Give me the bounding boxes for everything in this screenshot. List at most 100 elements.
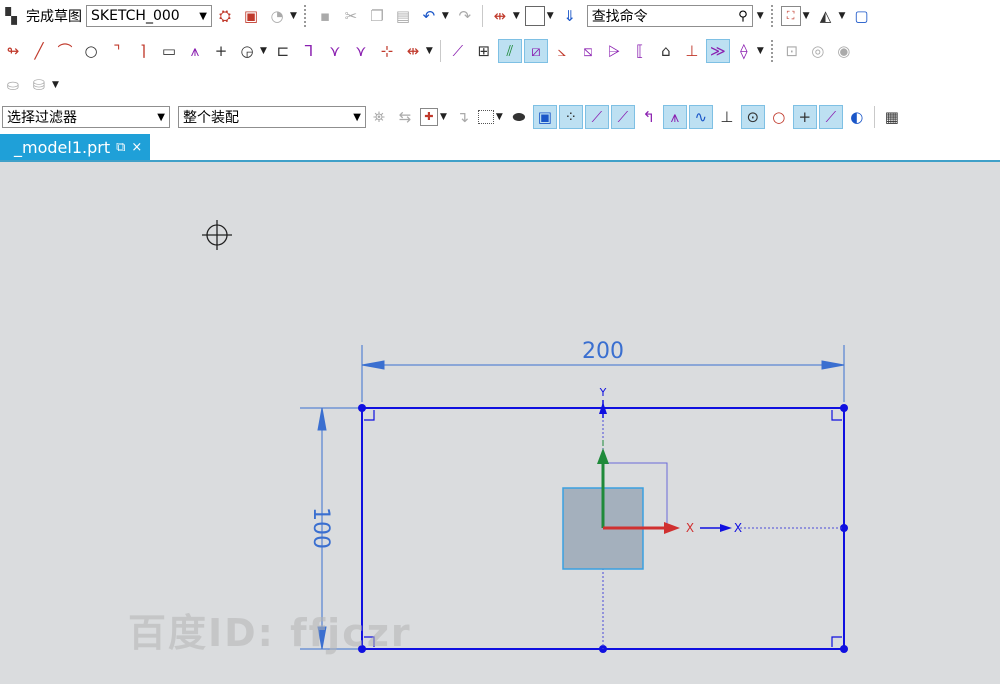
- auto-dimension-icon[interactable]: ⧄: [523, 39, 548, 63]
- save-icon[interactable]: ▪: [314, 5, 336, 27]
- view-cube-icon[interactable]: ▢: [850, 5, 872, 27]
- profile-icon[interactable]: ↬: [2, 40, 24, 62]
- geometric-constraints-icon[interactable]: ⟋: [447, 40, 469, 62]
- dimension-vertical-value[interactable]: 100: [308, 507, 333, 549]
- toolbar-separator: [770, 40, 775, 62]
- watermark: 百度ID: ffjczr: [128, 611, 412, 655]
- window-icon[interactable]: [524, 6, 545, 26]
- chamfer-icon[interactable]: ⌉: [132, 40, 154, 62]
- dimension-horizontal-value[interactable]: 200: [582, 339, 624, 364]
- arc-center-icon[interactable]: ⊙: [740, 105, 765, 129]
- studio-spline-icon[interactable]: ◶: [236, 40, 258, 62]
- alternate-solution-icon[interactable]: ⌂: [655, 40, 677, 62]
- sketch-settings-icon[interactable]: ⊡: [781, 40, 803, 62]
- inferred-constraints-icon[interactable]: ⊥: [681, 40, 703, 62]
- close-icon[interactable]: ×: [131, 140, 142, 155]
- auto-constraints-icon[interactable]: ⫽: [497, 39, 522, 63]
- orient-to-sketch-icon[interactable]: ⛭: [214, 5, 236, 27]
- crosshair-cursor-icon: [202, 220, 232, 250]
- display-constraints-icon[interactable]: ⊞: [473, 40, 495, 62]
- cut-icon[interactable]: ✂: [340, 5, 362, 27]
- graphics-canvas[interactable]: 200 100 Y X X 百度ID: ffjczr: [0, 162, 1000, 684]
- point-on-surface-icon[interactable]: ◐: [846, 106, 868, 128]
- rectangle-select-icon[interactable]: [477, 110, 494, 124]
- existing-point-icon[interactable]: +: [792, 105, 817, 129]
- chevron-down-icon[interactable]: ▼: [260, 46, 267, 56]
- polygon-icon[interactable]: ⩚: [184, 40, 206, 62]
- command-finder-icon[interactable]: ⇓: [559, 5, 581, 27]
- x-axis-arrow: [720, 524, 732, 532]
- quick-extend-icon[interactable]: ⋎: [350, 40, 372, 62]
- edit-defining-curves-icon[interactable]: ⟠: [733, 40, 755, 62]
- select-face-icon[interactable]: ▣: [532, 105, 557, 129]
- selection-scope-select[interactable]: 整个装配 ▼: [178, 106, 366, 128]
- selection-toolbar: 选择过滤器 ▼ 整个装配 ▼ ⛯ ⇆ ✚ ▼ ↴ ▼ ⬬ ▣ ⁘ ⟋ ⟋ ↰ ⩚ …: [0, 102, 1000, 132]
- point-on-curve-icon[interactable]: ⟋: [818, 105, 843, 129]
- mid-point-icon[interactable]: ⟋: [610, 105, 635, 129]
- make-symmetric-icon[interactable]: ⧅: [577, 40, 599, 62]
- chevron-down-icon[interactable]: ▼: [839, 11, 846, 21]
- point-icon[interactable]: +: [210, 40, 232, 62]
- quick-trim-icon[interactable]: ⋎: [324, 40, 346, 62]
- chevron-down-icon[interactable]: ▼: [757, 46, 764, 56]
- end-point-icon[interactable]: ⟋: [584, 105, 609, 129]
- render-style-icon[interactable]: ◭: [815, 5, 837, 27]
- continuous-dimension-icon[interactable]: ⩥: [603, 40, 625, 62]
- offset-curve-icon[interactable]: ⊏: [272, 40, 294, 62]
- perpendicular-point-icon[interactable]: ⊥: [716, 106, 738, 128]
- chevron-down-icon[interactable]: ▼: [547, 11, 554, 21]
- feature-intent-icon[interactable]: ↴: [452, 106, 474, 128]
- create-inferred-constraints-icon[interactable]: ≫: [705, 39, 730, 63]
- general-selection-icon[interactable]: ⛯: [368, 106, 390, 128]
- copy-icon[interactable]: ❐: [366, 5, 388, 27]
- chevron-down-icon[interactable]: ▼: [440, 112, 447, 122]
- fit-view-icon[interactable]: ⛶: [780, 6, 801, 26]
- tab-model1[interactable]: _model1.prt ⧉ ×: [0, 134, 151, 160]
- line-icon[interactable]: ╱: [28, 40, 50, 62]
- reattach-icon[interactable]: ▣: [240, 5, 262, 27]
- finish-sketch-button[interactable]: 完成草图: [26, 6, 82, 26]
- extrude-icon[interactable]: ⛀: [2, 74, 24, 96]
- angular-constraint-icon[interactable]: ⦣: [551, 40, 573, 62]
- pin-icon[interactable]: ⧉: [116, 140, 125, 155]
- chevron-down-icon[interactable]: ▼: [290, 11, 297, 21]
- chevron-down-icon[interactable]: ▼: [513, 11, 520, 21]
- chevron-down-icon[interactable]: ▼: [496, 112, 503, 122]
- fillet-icon[interactable]: ⌝: [106, 40, 128, 62]
- redo-icon[interactable]: ↷: [454, 5, 476, 27]
- select-body-icon[interactable]: ⬬: [508, 106, 530, 128]
- revolve-icon[interactable]: ⛁: [28, 74, 50, 96]
- view-section-icon[interactable]: ◉: [833, 40, 855, 62]
- finish-sketch-icon[interactable]: ▚: [2, 5, 20, 27]
- relations-browser-icon[interactable]: ⟦: [629, 40, 651, 62]
- pattern-curve-icon[interactable]: ⅂: [298, 40, 320, 62]
- constraints-icon[interactable]: ⇹: [489, 5, 511, 27]
- selection-intent-icon[interactable]: ✚: [420, 108, 438, 126]
- undo-icon[interactable]: ↶: [418, 5, 440, 27]
- update-model-icon[interactable]: ◔: [266, 5, 288, 27]
- sketch-name-select[interactable]: SKETCH_000 ▼: [86, 5, 212, 27]
- shaded-icon[interactable]: ◎: [807, 40, 829, 62]
- circle-icon[interactable]: ○: [80, 40, 102, 62]
- snap-point-icon[interactable]: ⁘: [558, 105, 583, 129]
- deselect-icon[interactable]: ⇆: [394, 106, 416, 128]
- chevron-down-icon[interactable]: ▼: [442, 11, 449, 21]
- spline-point-icon[interactable]: ∿: [688, 105, 713, 129]
- search-icon[interactable]: ⚲: [738, 9, 748, 24]
- make-corner-icon[interactable]: ⊹: [376, 40, 398, 62]
- selection-filter-select[interactable]: 选择过滤器 ▼: [2, 106, 170, 128]
- snap-settings-icon[interactable]: ▦: [881, 106, 903, 128]
- command-search-input[interactable]: 查找命令 ⚲: [586, 5, 753, 27]
- intersection-point-icon[interactable]: ⩚: [662, 105, 687, 129]
- paste-icon[interactable]: ▤: [392, 5, 414, 27]
- control-point-icon[interactable]: ↰: [638, 106, 660, 128]
- chevron-down-icon[interactable]: ▼: [757, 11, 764, 21]
- y-axis-label: Y: [599, 386, 607, 399]
- chevron-down-icon[interactable]: ▼: [52, 80, 59, 90]
- chevron-down-icon[interactable]: ▼: [426, 46, 433, 56]
- arc-icon[interactable]: ⌒: [54, 40, 76, 62]
- constraint-icon[interactable]: ⇹: [402, 40, 424, 62]
- rectangle-icon[interactable]: ▭: [158, 40, 180, 62]
- quadrant-point-icon[interactable]: ○: [768, 106, 790, 128]
- chevron-down-icon[interactable]: ▼: [803, 11, 810, 21]
